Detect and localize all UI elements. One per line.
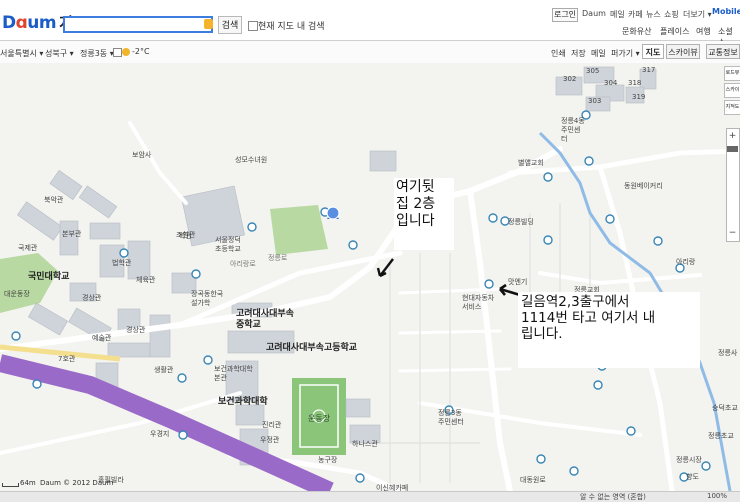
building-number: 305 (586, 67, 600, 75)
place-label[interactable]: 맛엔기 (508, 277, 527, 287)
keyboard-icon[interactable] (204, 19, 213, 29)
place-label[interactable]: 하나스관 (352, 439, 378, 449)
place-label[interactable]: 이신혜카페 (376, 483, 408, 491)
place-label[interactable]: 우정관 (260, 435, 279, 445)
place-label[interactable]: 정릉빌딩 (508, 217, 534, 227)
building-number: 304 (604, 79, 618, 87)
place-label[interactable]: 보건과학대학본관 (214, 365, 258, 383)
share-button[interactable]: 퍼가기 ▾ (611, 48, 640, 59)
top-link-cafe[interactable]: 카페 (628, 9, 643, 20)
zoom-handle[interactable] (727, 146, 738, 152)
building-number: 318 (628, 79, 642, 87)
print-button[interactable]: 인쇄 (551, 48, 566, 59)
sub-link-heritage[interactable]: 문화유산 (622, 26, 651, 37)
building-number: 302 (563, 75, 577, 83)
place-label[interactable]: 본부관 (62, 229, 81, 239)
cadastral-button[interactable]: 지적도 (724, 100, 740, 115)
place-label[interactable]: 7호관 (58, 354, 75, 364)
place-label[interactable]: 정릉3동주민센터 (438, 409, 468, 427)
top-link-news[interactable]: 뉴스 (646, 9, 661, 20)
place-label[interactable]: 진리관 (262, 420, 281, 430)
skyview-side-button[interactable]: 스카이뷰 (724, 83, 740, 106)
tab-skyview[interactable]: 스카이뷰 (666, 44, 700, 59)
place-label[interactable]: 보암사 (132, 150, 151, 160)
place-label[interactable]: 생활관 (154, 365, 173, 375)
place-label[interactable]: 정릉초교 (708, 431, 734, 441)
browser-zoom-text[interactable]: 100% (707, 492, 727, 500)
search-input[interactable] (63, 16, 213, 33)
place-label[interactable]: 서울정덕초등학교 (215, 236, 245, 254)
weather-checkbox[interactable] (113, 48, 122, 57)
arrow-1 (379, 258, 394, 277)
roadview-button[interactable]: 로드뷰 (724, 66, 740, 81)
breadcrumb-city[interactable]: 서울특별시 ▾ (0, 48, 43, 59)
top-link-mail[interactable]: 메일 (610, 9, 625, 20)
place-label[interactable]: 향도 (686, 472, 699, 482)
annotation-note-bus: 길음역2,3출구에서 1114번 타고 여기서 내 립니다. (518, 292, 700, 368)
place-label[interactable]: 북악관 (44, 195, 63, 205)
building-number: 319 (632, 93, 646, 101)
park-area (0, 253, 58, 313)
place-label[interactable]: 대동원로 (520, 475, 546, 485)
search-button[interactable]: 검색 (218, 16, 242, 34)
place-label[interactable]: 학관 (179, 231, 192, 241)
road-label: 정릉로 (268, 254, 288, 262)
weather-readout: -2°C (122, 47, 150, 56)
building-number: 317 (642, 66, 656, 74)
place-label[interactable]: 법학관 (112, 258, 131, 268)
place-label[interactable]: 경상관 (82, 293, 101, 303)
place-label[interactable]: 국제관 (18, 243, 37, 253)
sub-link-travel[interactable]: 여행 (696, 26, 711, 37)
place-label[interactable]: 체육관 (136, 275, 155, 285)
tab-traffic[interactable]: 교통정보 (706, 44, 740, 59)
copyright-text: Daum © 2012 Daum (40, 479, 114, 487)
scale-label: 64m (20, 479, 36, 487)
place-label[interactable]: 예술관 (92, 333, 111, 343)
place-label[interactable]: 현대자동차서비스 (462, 294, 496, 312)
map-drawing (0, 66, 740, 491)
in-map-search-checkbox[interactable] (248, 21, 258, 31)
place-label[interactable]: 정릉4동주민센터 (561, 117, 585, 144)
place-label[interactable]: 농구장 (318, 455, 337, 465)
building-number: 303 (588, 97, 602, 105)
college-label[interactable]: 보건과학대학 (218, 394, 268, 407)
field-label[interactable]: 운동장 (308, 413, 330, 424)
mobile-link[interactable]: Mobile (712, 7, 740, 16)
zoom-in-icon[interactable]: + (727, 131, 738, 141)
annotation-note-house: 여기뒷 집 2층 입니다 (394, 178, 454, 250)
place-label[interactable]: 성모수녀원 (235, 155, 267, 165)
save-button[interactable]: 저장 (571, 48, 586, 59)
zoom-out-icon[interactable]: − (727, 228, 738, 238)
weather-temp: -2°C (132, 47, 150, 56)
breadcrumb-dong[interactable]: 정릉3동 ▾ (80, 48, 114, 59)
place-label[interactable]: 대운동장 (4, 289, 30, 299)
place-label[interactable]: 국민대학교 (28, 269, 69, 282)
breadcrumb-district[interactable]: 성북구 ▾ (45, 48, 74, 59)
tab-map[interactable]: 지도 (642, 44, 664, 59)
park-area (270, 205, 328, 255)
mail-button[interactable]: 메일 (591, 48, 606, 59)
top-link-shopping[interactable]: 쇼핑 (664, 9, 679, 20)
place-label[interactable]: 별앨교회 (518, 158, 544, 168)
place-label[interactable]: 장곡동한국설가학 (191, 290, 225, 308)
place-label[interactable]: 우경지 (150, 429, 169, 439)
place-label[interactable]: 경상관 (126, 325, 145, 335)
school-label[interactable]: 고려대사대부속고등학교 (266, 343, 362, 354)
place-label[interactable]: 동원베이커리 (624, 181, 663, 191)
top-link-more[interactable]: 더보기 ▾ (683, 9, 712, 20)
sun-icon (122, 47, 130, 56)
place-label[interactable]: 정릉사 (718, 348, 737, 358)
sub-link-place[interactable]: 플레이스 (660, 26, 689, 37)
login-button[interactable]: 로그인 (552, 8, 578, 22)
place-label[interactable]: 아리랑 (676, 257, 695, 267)
scale-bar (2, 483, 19, 487)
road-label: 아리랑로 (230, 260, 256, 268)
place-label[interactable]: 숭덕초교 (712, 403, 738, 413)
school-label[interactable]: 고려대사대부속중학교 (236, 309, 300, 331)
in-map-search-label: 현재 지도 내 검색 (258, 22, 325, 32)
place-label[interactable]: 정릉시장 (676, 455, 702, 465)
top-link-daum[interactable]: Daum (582, 9, 606, 18)
map-canvas[interactable]: 보암사 성모수녀원 북악관 본부관 국제관 법학관 체육관 조형관 경상관 예술… (0, 63, 740, 491)
